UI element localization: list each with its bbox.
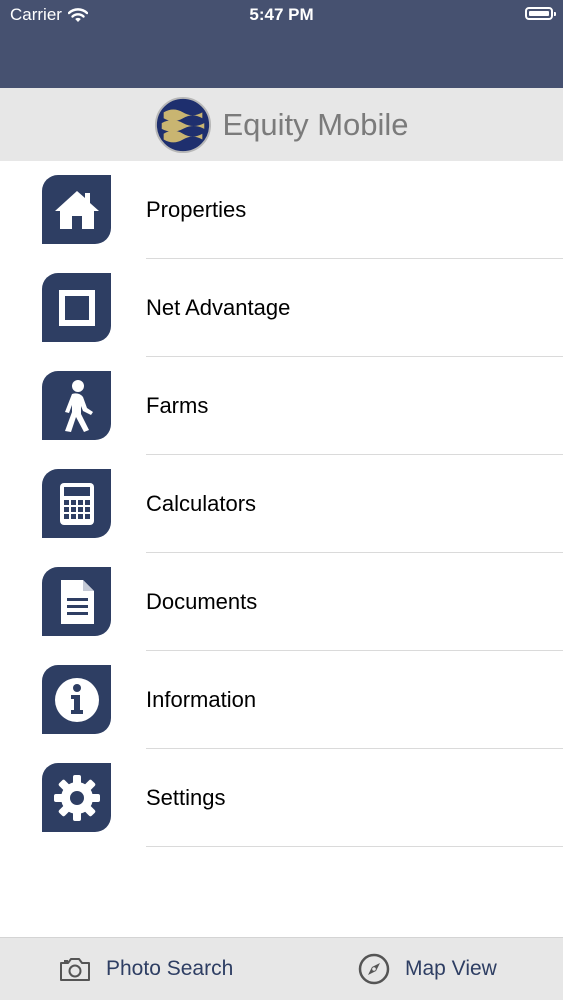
battery-icon: [525, 7, 556, 20]
bottom-tab-bar: Photo Search Map View: [0, 937, 563, 1000]
menu-label-net-advantage: Net Advantage: [146, 295, 291, 320]
menu-item-information[interactable]: Information: [0, 651, 563, 749]
tab-map-view[interactable]: Map View: [357, 938, 497, 1000]
house-icon: [42, 175, 111, 244]
menu-label-documents: Documents: [146, 589, 258, 614]
tab-label-photo-search: Photo Search: [106, 957, 234, 980]
info-icon: [42, 665, 111, 734]
status-time: 5:47 PM: [249, 5, 314, 24]
divider: [146, 846, 563, 847]
walking-person-icon: [42, 371, 111, 440]
square-icon: [42, 273, 111, 342]
menu-label-information: Information: [146, 687, 257, 712]
equity-logo-icon: [155, 96, 212, 153]
status-bar: Carrier 5:47 PM: [0, 0, 563, 88]
menu-label-calculators: Calculators: [146, 491, 257, 516]
app-header: Equity Mobile: [0, 88, 563, 161]
tab-label-map-view: Map View: [405, 957, 497, 980]
main-menu: Properties Net Advantage Farms Calculato…: [0, 161, 563, 847]
camera-icon: [60, 958, 90, 981]
menu-label-farms: Farms: [146, 393, 209, 418]
app-title: Equity Mobile: [222, 106, 409, 142]
document-icon: [42, 567, 111, 636]
menu-item-documents[interactable]: Documents: [0, 553, 563, 651]
menu-item-farms[interactable]: Farms: [0, 357, 563, 455]
menu-item-calculators[interactable]: Calculators: [0, 455, 563, 553]
menu-item-net-advantage[interactable]: Net Advantage: [0, 259, 563, 357]
menu-item-properties[interactable]: Properties: [0, 161, 563, 259]
gear-icon: [42, 763, 111, 832]
menu-label-settings: Settings: [146, 785, 226, 810]
menu-item-settings[interactable]: Settings: [0, 749, 563, 847]
calculator-icon: [42, 469, 111, 538]
tab-photo-search[interactable]: Photo Search: [58, 938, 233, 1000]
compass-icon: [358, 953, 390, 985]
menu-label-properties: Properties: [146, 197, 247, 222]
